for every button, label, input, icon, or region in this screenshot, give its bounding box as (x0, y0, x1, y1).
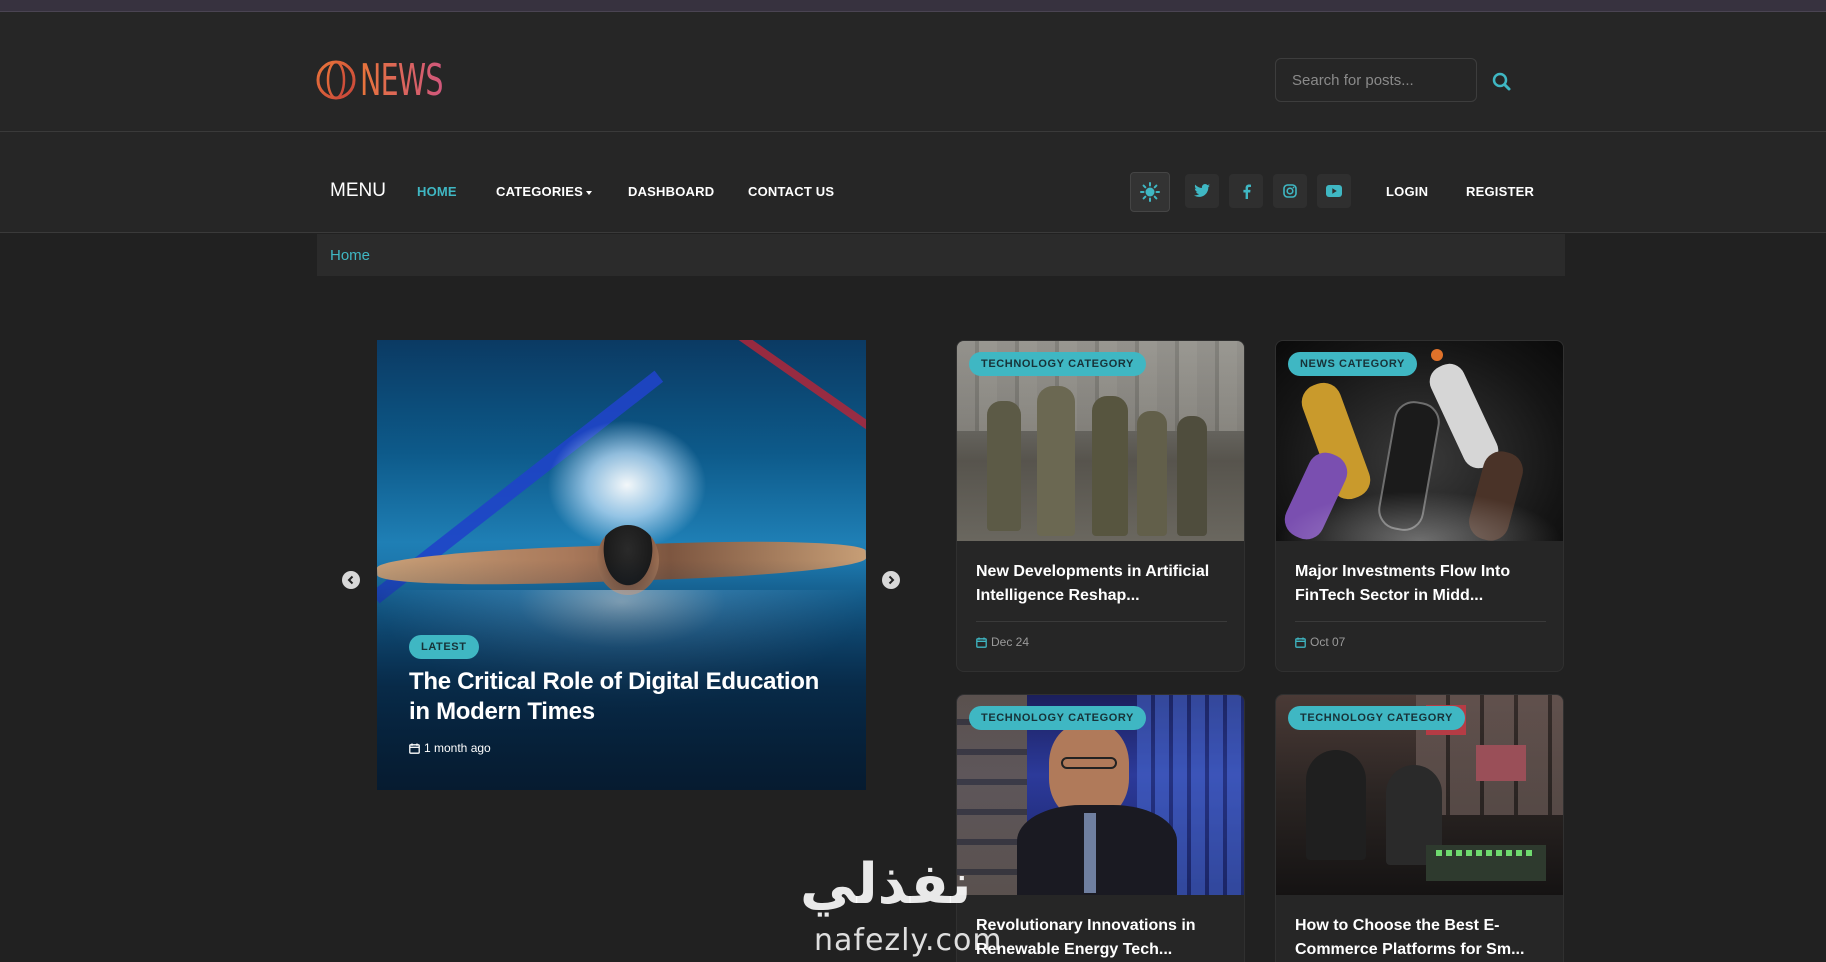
search-input[interactable] (1275, 58, 1477, 102)
youtube-button[interactable] (1317, 174, 1351, 208)
calendar-icon (976, 637, 987, 648)
card-title[interactable]: How to Choose the Best E-Commerce Platfo… (1295, 914, 1550, 962)
slider-prev-button[interactable] (342, 571, 360, 589)
chevron-left-icon (347, 575, 354, 585)
globe-icon (316, 60, 356, 100)
nav-categories-label: CATEGORIES (496, 184, 583, 199)
slide-title[interactable]: The Critical Role of Digital Education i… (409, 667, 839, 727)
calendar-icon (409, 743, 420, 754)
breadcrumb: Home (317, 234, 1565, 276)
theme-toggle-button[interactable] (1130, 172, 1170, 212)
search-icon (1492, 72, 1511, 91)
watermark-arabic-text: نفذلي (800, 852, 973, 917)
card-date-text: Dec 24 (991, 635, 1030, 649)
nav-home[interactable]: HOME (417, 184, 457, 199)
slide-date-text: 1 month ago (424, 741, 491, 755)
menu-label: MENU (330, 180, 386, 201)
card-title[interactable]: Major Investments Flow Into FinTech Sect… (1295, 560, 1550, 608)
card-date-text: Oct 07 (1310, 635, 1346, 649)
nav-dashboard[interactable]: DASHBOARD (628, 184, 714, 199)
card-category-badge: TECHNOLOGY CATEGORY (969, 352, 1146, 376)
facebook-icon (1242, 184, 1251, 199)
chevron-right-icon (888, 575, 895, 585)
search-button[interactable] (1490, 70, 1514, 94)
logo-text: NEWS (360, 54, 443, 106)
slide-badge: LATEST (409, 635, 479, 659)
watermark-latin-text: nafezly.com (814, 923, 1003, 958)
instagram-button[interactable] (1273, 174, 1307, 208)
login-link[interactable]: LOGIN (1386, 184, 1428, 199)
card-category-badge: NEWS CATEGORY (1288, 352, 1417, 376)
twitter-icon (1194, 184, 1210, 197)
card-divider (976, 621, 1227, 622)
youtube-icon (1326, 185, 1342, 197)
watermark: نفذلي nafezly.com (800, 855, 1030, 962)
news-card[interactable]: TECHNOLOGY CATEGORY New Developments in … (956, 340, 1245, 672)
card-date: Oct 07 (1295, 635, 1345, 649)
browser-top-strip (0, 0, 1826, 12)
caret-down-icon (586, 190, 592, 195)
slider-next-button[interactable] (882, 571, 900, 589)
card-image: NEWS CATEGORY (1276, 341, 1563, 541)
sun-icon (1140, 182, 1160, 202)
featured-slider[interactable]: LATEST The Critical Role of Digital Educ… (377, 340, 866, 790)
news-card[interactable]: TECHNOLOGY CATEGORY How to Choose the Be… (1275, 694, 1564, 962)
instagram-icon (1283, 184, 1297, 198)
card-category-badge: TECHNOLOGY CATEGORY (1288, 706, 1465, 730)
facebook-button[interactable] (1229, 174, 1263, 208)
card-title[interactable]: New Developments in Artificial Intellige… (976, 560, 1231, 608)
slide-date: 1 month ago (409, 741, 491, 755)
nav-categories[interactable]: CATEGORIES (496, 184, 592, 199)
twitter-button[interactable] (1185, 174, 1219, 208)
calendar-icon (1295, 637, 1306, 648)
card-category-badge: TECHNOLOGY CATEGORY (969, 706, 1146, 730)
card-divider (1295, 621, 1546, 622)
site-logo[interactable]: NEWS (316, 45, 475, 115)
card-date: Dec 24 (976, 635, 1029, 649)
site-header: NEWS (0, 12, 1826, 132)
nav-contact-us[interactable]: CONTACT US (748, 184, 834, 199)
news-card[interactable]: NEWS CATEGORY Major Investments Flow Int… (1275, 340, 1564, 672)
main-navbar: MENU HOME CATEGORIES DASHBOARD CONTACT U… (0, 132, 1826, 233)
breadcrumb-home-link[interactable]: Home (330, 247, 370, 264)
card-image: TECHNOLOGY CATEGORY (957, 341, 1244, 541)
register-link[interactable]: REGISTER (1466, 184, 1534, 199)
card-image: TECHNOLOGY CATEGORY (1276, 695, 1563, 895)
